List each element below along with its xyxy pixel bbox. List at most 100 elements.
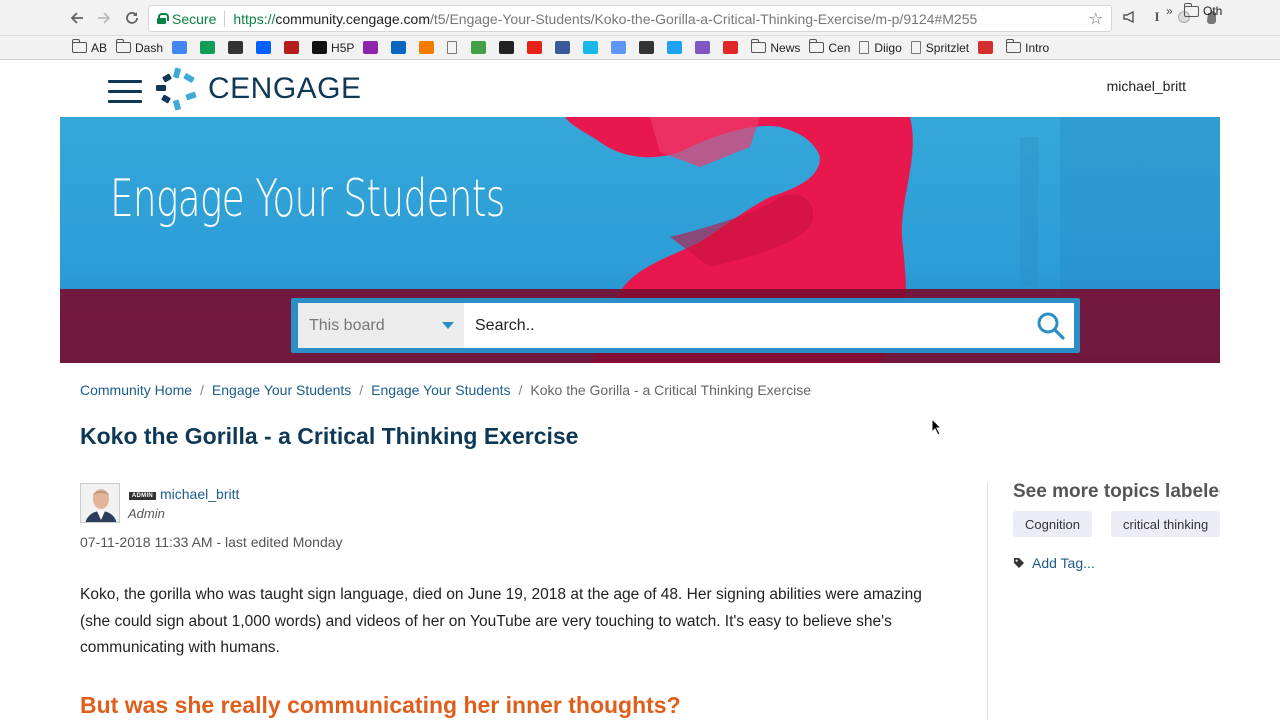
bookmark-item[interactable]: Intro xyxy=(1005,39,1049,55)
url-path: /t5/Engage-Your-Students/Koko-the-Gorill… xyxy=(429,10,978,27)
bookmark-item[interactable]: Dash xyxy=(115,39,164,55)
doc-icon xyxy=(447,41,458,54)
vimeo-icon xyxy=(583,41,599,54)
bookmark-item[interactable]: Diigo xyxy=(859,40,902,55)
app-icon xyxy=(363,41,379,54)
user-menu[interactable]: michael_britt xyxy=(1107,78,1186,94)
app-icon xyxy=(419,41,435,54)
bookmark-item[interactable] xyxy=(256,41,275,54)
folder-icon xyxy=(1183,2,1199,17)
add-tag-label: Add Tag... xyxy=(1032,555,1095,571)
bookmark-item[interactable] xyxy=(200,41,219,54)
add-tag-link[interactable]: Add Tag... xyxy=(1013,555,1095,571)
sidebar-divider xyxy=(987,483,988,720)
bookmark-item[interactable] xyxy=(172,41,191,54)
author-role: Admin xyxy=(128,506,165,521)
bookmark-label: Diigo xyxy=(874,40,902,55)
admin-badge: ADMIN xyxy=(129,492,156,500)
post-date: 07-11-2018 11:33 AM - last edited Monday xyxy=(80,534,343,550)
bookmark-item[interactable]: News xyxy=(750,39,800,55)
breadcrumb-separator: / xyxy=(518,382,523,398)
doc-icon xyxy=(859,41,870,54)
bookmark-item[interactable] xyxy=(555,41,574,54)
sidebar-title: See more topics labeled xyxy=(1013,481,1220,502)
dropbox-icon xyxy=(256,41,272,54)
folder-icon xyxy=(71,39,87,53)
megaphone-extension-icon[interactable] xyxy=(1121,9,1137,25)
bookmark-item[interactable] xyxy=(611,41,630,54)
bookmark-item[interactable] xyxy=(471,41,490,54)
app-icon xyxy=(284,41,300,54)
mouse-cursor-icon xyxy=(931,418,943,436)
bookmark-item[interactable] xyxy=(695,41,714,54)
bookmark-label: H5P xyxy=(331,40,355,55)
cengage-logo-mark-icon xyxy=(156,67,197,111)
reload-icon[interactable] xyxy=(122,8,142,28)
bookmark-item[interactable] xyxy=(723,41,742,54)
bookmarks-bar: AB Dash H5P News Cen Diigo Spritzlet Intro xyxy=(0,36,1280,60)
bookmark-item[interactable] xyxy=(284,41,303,54)
bookmark-item[interactable] xyxy=(583,41,602,54)
search-scope-label: This board xyxy=(309,316,385,334)
youtube-icon xyxy=(527,41,543,54)
h5p-icon xyxy=(312,41,328,54)
folder-icon xyxy=(115,39,132,53)
doc-icon xyxy=(910,41,921,54)
bookmark-star-icon[interactable]: ☆ xyxy=(1089,9,1103,29)
breadcrumb-link[interactable]: Community Home xyxy=(80,382,192,398)
bookmark-item[interactable]: Spritzlet xyxy=(910,40,970,55)
breadcrumb-link[interactable]: Engage Your Students xyxy=(212,382,351,398)
app-icon xyxy=(639,41,655,54)
bookmark-item[interactable] xyxy=(391,41,410,54)
bookmarks-overflow-chevron[interactable]: » xyxy=(1166,4,1173,18)
post-body: Koko, the gorilla who was taught sign la… xyxy=(80,586,922,656)
community-page: CENGAGE michael_britt Engage Your Studen… xyxy=(60,60,1220,720)
folder-icon xyxy=(1005,39,1022,53)
search-scope-select[interactable]: This board xyxy=(298,303,464,348)
post-subheading: But was she really communicating her inn… xyxy=(80,692,681,718)
instapaper-extension-icon[interactable]: I xyxy=(1149,9,1165,25)
avatar[interactable] xyxy=(80,483,120,523)
tag-cognition[interactable]: Cognition xyxy=(1013,511,1092,537)
google-icon xyxy=(172,41,188,54)
app-icon xyxy=(695,41,711,54)
author-name[interactable]: michael_britt xyxy=(160,486,239,502)
cengage-logo[interactable]: CENGAGE xyxy=(154,66,362,112)
bookmark-item[interactable]: AB xyxy=(71,39,108,55)
bookmark-item[interactable] xyxy=(639,41,658,54)
bookmark-label: Oth xyxy=(1203,4,1223,18)
bookmark-item[interactable] xyxy=(363,41,382,54)
hero-title: Engage Your Students xyxy=(110,169,505,229)
app-icon xyxy=(471,41,487,54)
bookmark-item[interactable] xyxy=(419,41,438,54)
app-icon xyxy=(228,41,244,54)
bookmark-item[interactable] xyxy=(978,41,997,54)
bookmark-label: Spritzlet xyxy=(925,40,970,55)
bookmark-label: Dash xyxy=(135,40,164,55)
omnibox-divider xyxy=(224,10,226,27)
bookmark-item[interactable] xyxy=(447,41,462,54)
address-bar[interactable]: Secure https://community.cengage.com/t5/… xyxy=(148,5,1112,32)
breadcrumb-separator: / xyxy=(200,382,204,398)
search-icon[interactable] xyxy=(1036,311,1066,341)
tag-critical-thinking[interactable]: critical thinking xyxy=(1111,511,1220,537)
back-arrow-icon[interactable] xyxy=(67,8,87,28)
bookmark-item[interactable] xyxy=(228,41,247,54)
bookmark-item[interactable] xyxy=(499,41,518,54)
drive-icon xyxy=(200,41,216,54)
bookmark-item[interactable] xyxy=(527,41,546,54)
bookmark-item[interactable] xyxy=(667,41,686,54)
bookmark-other-folder[interactable]: Oth xyxy=(1183,2,1223,18)
forward-arrow-icon[interactable] xyxy=(94,8,114,28)
bookmark-label: AB xyxy=(91,40,108,55)
app-icon xyxy=(611,41,627,54)
bookmark-item[interactable]: Cen xyxy=(808,39,850,55)
bookmark-item[interactable]: H5P xyxy=(312,41,354,55)
breadcrumb-link[interactable]: Engage Your Students xyxy=(371,382,510,398)
secure-label: Secure xyxy=(172,10,217,27)
breadcrumb: Community Home / Engage Your Students / Enga… xyxy=(80,382,811,398)
page-title: Koko the Gorilla - a Critical Thinking E… xyxy=(80,423,579,449)
search-input[interactable] xyxy=(464,303,1074,348)
url-protocol: https:// xyxy=(233,10,276,27)
hamburger-menu-icon[interactable] xyxy=(108,78,142,104)
